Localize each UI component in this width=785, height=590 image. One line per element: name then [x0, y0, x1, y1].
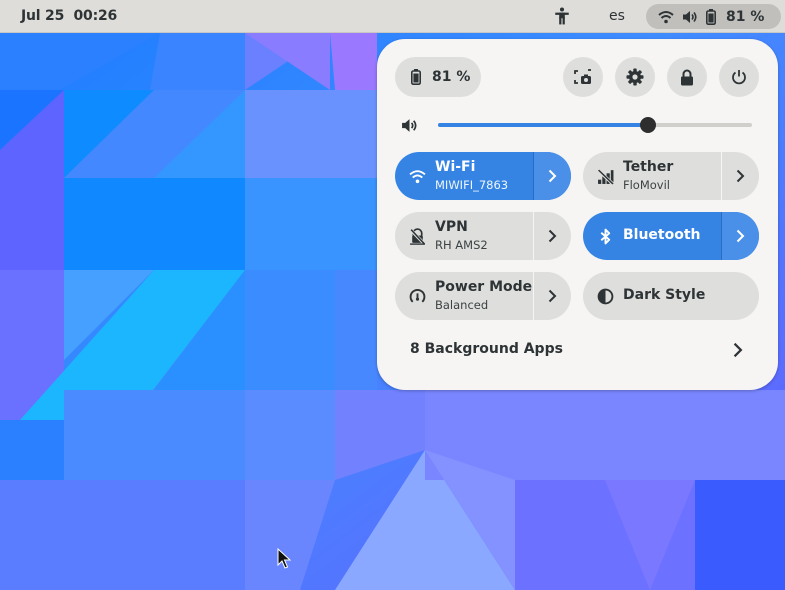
- clock-button[interactable]: Jul 25 00:26: [21, 8, 117, 24]
- tether-toggle-button[interactable]: Tether FloMovil: [583, 152, 721, 200]
- volume-slider-handle[interactable]: [640, 117, 657, 133]
- volume-slider[interactable]: [438, 117, 752, 133]
- dark-style-icon: [597, 288, 614, 305]
- volume-icon: [683, 10, 697, 23]
- power-mode-toggle: Power Mode Balanced: [395, 272, 571, 320]
- bluetooth-toggle: Bluetooth: [583, 212, 759, 260]
- tether-toggle: Tether FloMovil: [583, 152, 759, 200]
- wifi-icon: [658, 10, 674, 23]
- dark-style-toggle-button[interactable]: Dark Style: [583, 272, 759, 320]
- power-mode-title: Power Mode: [435, 279, 533, 295]
- battery-icon: [706, 8, 716, 25]
- mouse-cursor-icon: [277, 548, 291, 569]
- battery-icon: [411, 69, 421, 85]
- wifi-toggle: Wi-Fi MIWIFI_7863: [395, 152, 571, 200]
- wifi-icon: [409, 170, 426, 184]
- top-bar: Jul 25 00:26 es 81 %: [0, 0, 785, 33]
- chevron-right-icon: [736, 169, 745, 183]
- dark-style-title: Dark Style: [623, 287, 706, 303]
- vpn-connection-name: RH AMS2: [435, 238, 488, 252]
- tether-menu-arrow[interactable]: [721, 152, 759, 200]
- vpn-toggle-button[interactable]: VPN RH AMS2: [395, 212, 533, 260]
- power-mode-value: Balanced: [435, 298, 489, 312]
- power-icon: [732, 70, 746, 85]
- chevron-right-icon: [548, 229, 557, 243]
- time-label: 00:26: [73, 8, 118, 24]
- volume-icon: [402, 119, 417, 132]
- accessibility-icon[interactable]: [553, 7, 571, 25]
- wifi-network-name: MIWIFI_7863: [435, 178, 509, 192]
- battery-percentage: 81 %: [726, 8, 765, 25]
- lock-button[interactable]: [667, 57, 707, 97]
- power-mode-menu-arrow[interactable]: [533, 272, 571, 320]
- settings-button[interactable]: [615, 57, 655, 97]
- chevron-right-icon: [736, 229, 745, 243]
- power-button[interactable]: [719, 57, 759, 97]
- gear-icon: [626, 68, 644, 86]
- screenshot-icon: [574, 69, 591, 84]
- date-label: Jul 25: [21, 8, 65, 24]
- wifi-toggle-button[interactable]: Wi-Fi MIWIFI_7863: [395, 152, 533, 200]
- bluetooth-icon: [600, 228, 611, 245]
- system-status-menu[interactable]: 81 %: [646, 4, 781, 29]
- vpn-menu-arrow[interactable]: [533, 212, 571, 260]
- keyboard-layout-indicator[interactable]: es: [609, 8, 625, 24]
- bluetooth-toggle-button[interactable]: Bluetooth: [583, 212, 721, 260]
- screenshot-button[interactable]: [563, 57, 603, 97]
- power-mode-toggle-button[interactable]: Power Mode Balanced: [395, 272, 533, 320]
- wifi-title: Wi-Fi: [435, 159, 476, 175]
- background-apps-button[interactable]: 8 Background Apps: [410, 341, 563, 357]
- battery-label: 81 %: [432, 69, 471, 85]
- power-profile-icon: [409, 289, 426, 303]
- volume-row: [401, 117, 753, 137]
- cellular-signal-off-icon: [597, 168, 614, 185]
- chevron-right-icon: [548, 169, 557, 183]
- lock-icon: [681, 69, 693, 85]
- dark-style-toggle[interactable]: Dark Style: [583, 272, 759, 320]
- vpn-title: VPN: [435, 219, 468, 235]
- wifi-menu-arrow[interactable]: [533, 152, 571, 200]
- bluetooth-title: Bluetooth: [623, 227, 701, 243]
- chevron-right-icon: [548, 289, 557, 303]
- vpn-toggle: VPN RH AMS2: [395, 212, 571, 260]
- quick-settings-panel: 81 % Wi-Fi MIWIFI_7863 Tether FloMovil V…: [377, 39, 778, 390]
- chevron-right-icon[interactable]: [731, 342, 745, 358]
- bluetooth-menu-arrow[interactable]: [721, 212, 759, 260]
- tether-title: Tether: [623, 159, 674, 175]
- battery-button[interactable]: 81 %: [395, 57, 481, 97]
- tether-network-name: FloMovil: [623, 178, 670, 192]
- volume-slider-fill: [438, 123, 649, 127]
- vpn-off-icon: [409, 228, 426, 245]
